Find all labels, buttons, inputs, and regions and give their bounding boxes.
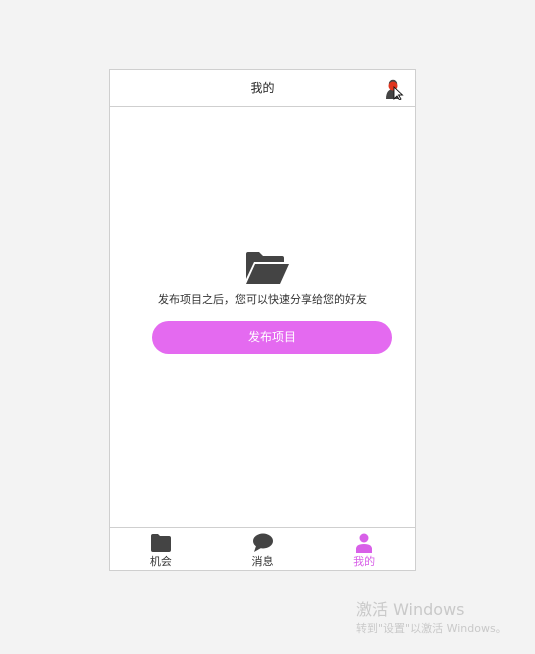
user-icon: [386, 79, 404, 101]
page-title: 我的: [250, 81, 275, 95]
tab-label: 我的: [353, 555, 376, 568]
tab-label: 消息: [251, 555, 274, 568]
chat-bubble-icon: [252, 533, 273, 552]
user-profile-button[interactable]: [385, 78, 405, 101]
tab-me[interactable]: 我的: [313, 528, 415, 570]
tab-label: 机会: [149, 555, 172, 568]
tab-messages[interactable]: 消息: [212, 528, 314, 570]
bottom-tab-bar: 机会 消息 我的: [110, 527, 415, 570]
empty-state-message: 发布项目之后，您可以快速分享给您的好友: [158, 293, 367, 306]
phone-frame: 我的 发布项目之后，您可以快速分享给您的好友 发布项目 机会 消息 我的: [109, 69, 416, 571]
windows-activation-watermark: 激活 Windows 转到"设置"以激活 Windows。: [356, 600, 507, 638]
top-bar: 我的: [110, 70, 415, 107]
watermark-subtitle: 转到"设置"以激活 Windows。: [356, 622, 507, 635]
person-icon: [356, 533, 373, 553]
folder-icon: [150, 534, 171, 552]
tab-opportunities[interactable]: 机会: [110, 528, 212, 570]
main-content: 发布项目之后，您可以快速分享给您的好友 发布项目: [110, 107, 415, 527]
watermark-title: 激活 Windows: [356, 600, 465, 619]
publish-project-button[interactable]: 发布项目: [152, 321, 392, 354]
folder-open-icon: [246, 252, 289, 284]
